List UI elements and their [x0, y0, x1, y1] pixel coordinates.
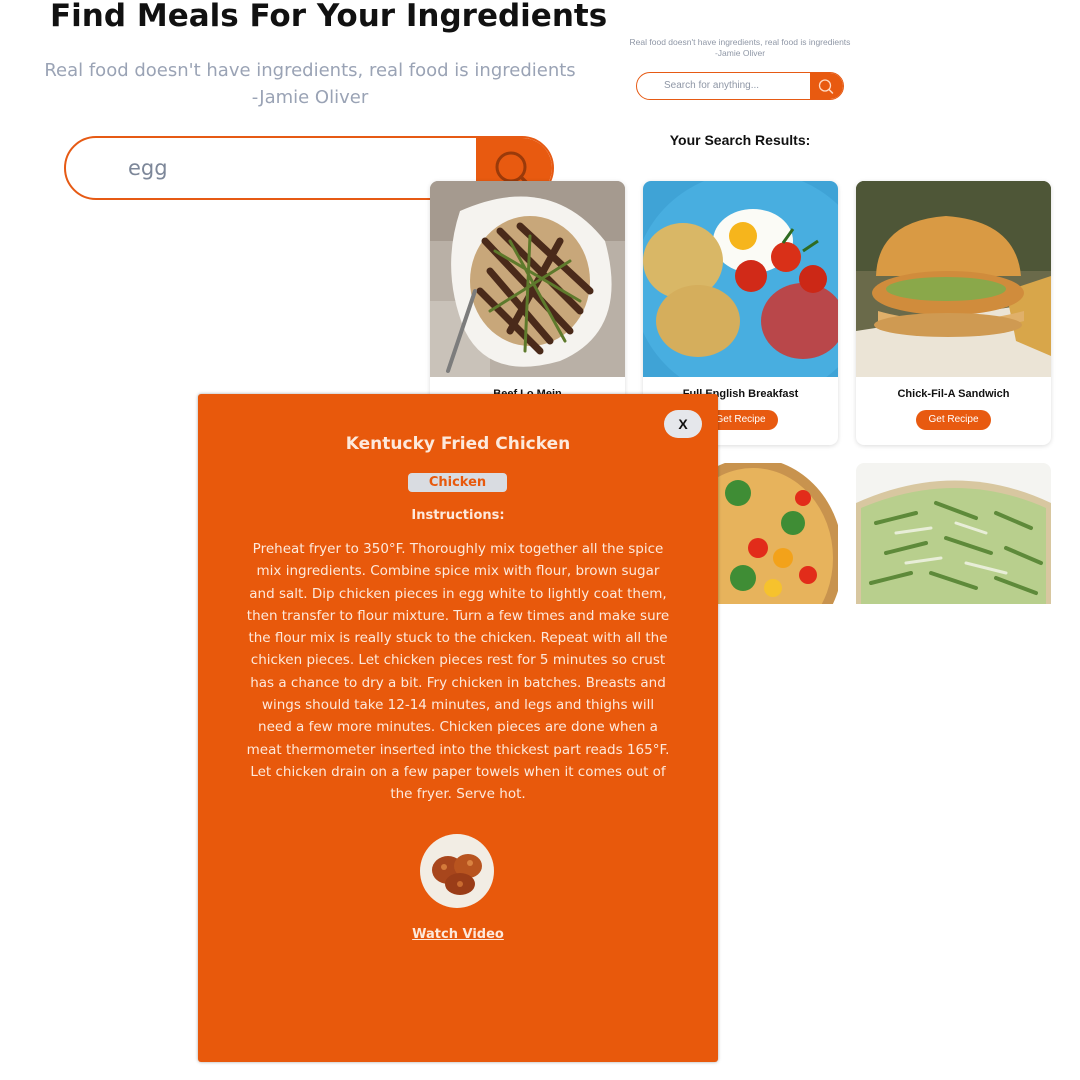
quote: Real food doesn't have ingredients, real… — [30, 57, 590, 111]
video-thumbnail[interactable] — [420, 834, 494, 908]
search-icon — [818, 79, 834, 94]
mini-quote-author: -Jamie Oliver — [714, 48, 766, 58]
category-badge: Chicken — [408, 473, 507, 492]
quote-author: -Jamie Oliver — [251, 87, 369, 108]
quote-text: Real food doesn't have ingredients, real… — [44, 60, 576, 81]
recipe-title: Chick-Fil-A Sandwich — [897, 388, 1010, 400]
mini-search-button[interactable] — [810, 73, 843, 99]
watch-video-link[interactable]: Watch Video — [198, 927, 718, 942]
mini-quote-text: Real food doesn't have ingredients, real… — [629, 37, 851, 47]
recipe-image — [856, 463, 1051, 604]
mini-search-bar — [636, 72, 844, 100]
recipe-image — [643, 181, 838, 377]
card-title-peek — [430, 388, 625, 394]
modal-title: Kentucky Fried Chicken — [345, 434, 571, 454]
instructions-text: Preheat fryer to 350°F. Thoroughly mix t… — [246, 541, 670, 803]
recipe-card[interactable] — [856, 463, 1051, 604]
recipe-image — [856, 181, 1051, 377]
results-heading: Your Search Results: — [669, 132, 811, 148]
get-recipe-button[interactable]: Get Recipe — [916, 410, 991, 430]
mini-quote: Real food doesn't have ingredients, real… — [620, 37, 860, 59]
app-page: Find Meals For Your Ingredients Real foo… — [0, 0, 1080, 1080]
recipe-modal: X Kentucky Fried Chicken Chicken Instruc… — [198, 394, 718, 1062]
page-title: Find Meals For Your Ingredients — [50, 0, 608, 34]
instructions-heading: Instructions: — [411, 508, 505, 523]
ingredient-search-input[interactable]: egg — [128, 138, 168, 198]
recipe-card[interactable]: Chick-Fil-A Sandwich Get Recipe — [856, 181, 1051, 445]
mini-search-input[interactable] — [664, 73, 814, 98]
fried-chicken-image — [420, 834, 494, 908]
recipe-image — [430, 181, 625, 377]
